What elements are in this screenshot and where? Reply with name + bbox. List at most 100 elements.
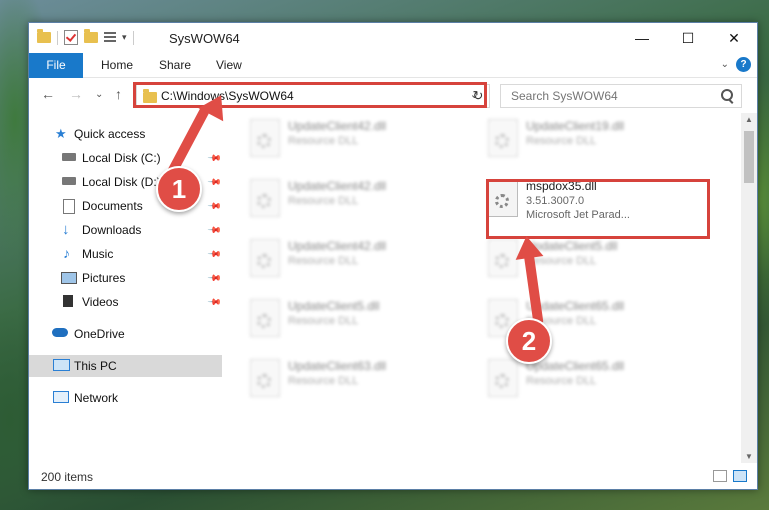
scroll-down-icon[interactable]: ▼ bbox=[745, 452, 753, 461]
sidebar-item-this-pc[interactable]: This PC bbox=[29, 355, 222, 377]
minimize-button[interactable]: — bbox=[619, 23, 665, 53]
up-arrow-icon[interactable]: ↑ bbox=[115, 86, 122, 102]
tab-share[interactable]: Share bbox=[147, 53, 203, 77]
list-item[interactable]: UpdateClient63.dll Resource DLL bbox=[242, 355, 462, 405]
file-description: Resource DLL bbox=[288, 195, 359, 207]
dll-file-icon bbox=[250, 359, 280, 397]
dll-file-icon bbox=[488, 359, 518, 397]
pin-icon[interactable]: 📌 bbox=[207, 174, 222, 190]
chevron-down-icon[interactable]: ⌄ bbox=[721, 59, 729, 70]
pin-icon[interactable]: 📌 bbox=[207, 294, 222, 310]
dll-file-icon bbox=[250, 119, 280, 157]
pin-icon[interactable]: 📌 bbox=[207, 246, 222, 262]
list-item[interactable]: UpdateClient42.dll Resource DLL bbox=[242, 175, 462, 225]
details-view-icon[interactable] bbox=[713, 470, 727, 482]
scrollbar-thumb[interactable] bbox=[744, 131, 754, 183]
sidebar-item-onedrive[interactable]: OneDrive bbox=[29, 323, 222, 345]
download-icon: ↓ bbox=[62, 221, 70, 238]
help-button[interactable]: ? bbox=[736, 57, 751, 72]
new-folder-icon[interactable] bbox=[84, 29, 98, 43]
sidebar-item-label: Pictures bbox=[82, 271, 126, 285]
document-icon bbox=[63, 199, 75, 214]
customize-toolbar-icon[interactable] bbox=[104, 31, 116, 44]
navigation-bar: ← → ⌄ ↑ C:\Windows\SysWOW64 ⌄ ↻ bbox=[29, 78, 757, 112]
sidebar-item-downloads[interactable]: ↓ Downloads 📌 bbox=[29, 219, 222, 241]
dll-file-icon bbox=[488, 119, 518, 157]
window-controls: — ☐ ✕ bbox=[619, 23, 757, 53]
view-switcher bbox=[713, 470, 747, 482]
target-file-mspdox35[interactable]: mspdox35.dll 3.51.3007.0 Microsoft Jet P… bbox=[480, 175, 700, 225]
sidebar-item-label: This PC bbox=[74, 359, 117, 373]
sidebar-item-label: Local Disk (C:) bbox=[82, 151, 161, 165]
pin-icon[interactable]: 📌 bbox=[207, 150, 222, 166]
forward-arrow-icon[interactable]: → bbox=[69, 86, 83, 102]
search-icon[interactable] bbox=[721, 89, 733, 101]
list-item[interactable]: UpdateClient65.dll Resource DLL bbox=[480, 355, 700, 405]
list-item[interactable]: UpdateClient42.dll Resource DLL bbox=[242, 235, 462, 285]
list-item[interactable]: UpdateClient42.dll Resource DLL bbox=[242, 115, 462, 165]
sidebar-item-label: Music bbox=[82, 247, 114, 261]
file-version: 3.51.3007.0 bbox=[526, 195, 585, 207]
sidebar-item-music[interactable]: ♪ Music 📌 bbox=[29, 243, 222, 265]
address-bar[interactable]: C:\Windows\SysWOW64 ⌄ bbox=[136, 84, 486, 108]
sidebar-item-label: OneDrive bbox=[74, 327, 125, 341]
network-icon bbox=[53, 391, 69, 403]
file-description: Resource DLL bbox=[526, 135, 597, 147]
file-name: UpdateClient42.dll bbox=[288, 179, 387, 193]
refresh-button[interactable]: ↻ bbox=[467, 84, 490, 108]
tab-home[interactable]: Home bbox=[89, 53, 145, 77]
search-input[interactable] bbox=[509, 88, 713, 104]
folder-icon bbox=[37, 29, 51, 43]
recent-locations-chevron-icon[interactable]: ⌄ bbox=[95, 89, 103, 100]
file-name: UpdateClient5.dll bbox=[288, 299, 380, 313]
dll-file-icon bbox=[250, 299, 280, 337]
file-description: Resource DLL bbox=[288, 255, 359, 267]
file-list: UpdateClient42.dll Resource DLL UpdateCl… bbox=[224, 113, 742, 463]
file-description: Resource DLL bbox=[288, 315, 359, 327]
sidebar-item-label: Local Disk (D:) bbox=[82, 175, 161, 189]
vertical-scrollbar[interactable]: ▲ ▼ bbox=[741, 113, 757, 463]
tab-view[interactable]: View bbox=[204, 53, 254, 77]
maximize-button[interactable]: ☐ bbox=[665, 23, 711, 53]
close-button[interactable]: ✕ bbox=[711, 23, 757, 53]
file-explorer-window: ▾ SysWOW64 — ☐ ✕ File Home Share View ⌄ … bbox=[28, 22, 758, 490]
large-icons-view-icon[interactable] bbox=[733, 470, 747, 482]
dll-file-icon bbox=[250, 179, 280, 217]
navigation-pane: ★ Quick access Local Disk (C:) 📌 Local D… bbox=[29, 113, 222, 463]
toolbar-divider bbox=[132, 30, 134, 45]
folder-icon bbox=[143, 89, 157, 103]
pin-icon[interactable]: 📌 bbox=[207, 198, 222, 214]
back-arrow-icon[interactable]: ← bbox=[41, 86, 55, 102]
sidebar-item-label: Network bbox=[74, 391, 119, 405]
sidebar-item-label: Quick access bbox=[74, 127, 146, 141]
title-bar: ▾ SysWOW64 — ☐ ✕ bbox=[29, 23, 757, 53]
videos-icon bbox=[61, 295, 75, 307]
pictures-icon bbox=[61, 272, 77, 284]
sidebar-item-network[interactable]: Network bbox=[29, 387, 222, 409]
step-badge-2: 2 bbox=[506, 318, 552, 364]
cloud-icon bbox=[52, 328, 68, 337]
file-name: UpdateClient42.dll bbox=[288, 119, 387, 133]
chevron-down-icon[interactable]: ▾ bbox=[122, 32, 127, 43]
search-box[interactable] bbox=[500, 84, 742, 108]
sidebar-item-pictures[interactable]: Pictures 📌 bbox=[29, 267, 222, 289]
status-bar: 200 items bbox=[29, 465, 757, 489]
file-description: Resource DLL bbox=[288, 375, 359, 387]
quick-access-toolbar: ▾ bbox=[37, 29, 134, 45]
pin-icon[interactable]: 📌 bbox=[207, 222, 222, 238]
scroll-up-icon[interactable]: ▲ bbox=[745, 115, 753, 124]
file-description: Resource DLL bbox=[288, 135, 359, 147]
ribbon-tabs: File Home Share View ⌄ ? bbox=[29, 53, 757, 103]
sidebar-item-label: Downloads bbox=[82, 223, 142, 237]
list-item[interactable]: UpdateClient19.dll Resource DLL bbox=[480, 115, 700, 165]
step-badge-1: 1 bbox=[156, 166, 202, 212]
sidebar-item-videos[interactable]: Videos 📌 bbox=[29, 291, 222, 313]
music-icon: ♪ bbox=[63, 245, 70, 261]
sidebar-item-local-disk-c[interactable]: Local Disk (C:) 📌 bbox=[29, 147, 222, 169]
dll-file-icon bbox=[488, 179, 518, 217]
sidebar-item-label: Documents bbox=[82, 199, 143, 213]
properties-checkmark-icon[interactable] bbox=[64, 30, 78, 45]
pin-icon[interactable]: 📌 bbox=[207, 270, 222, 286]
file-name: UpdateClient65.dll bbox=[526, 359, 625, 373]
list-item[interactable]: UpdateClient5.dll Resource DLL bbox=[242, 295, 462, 345]
